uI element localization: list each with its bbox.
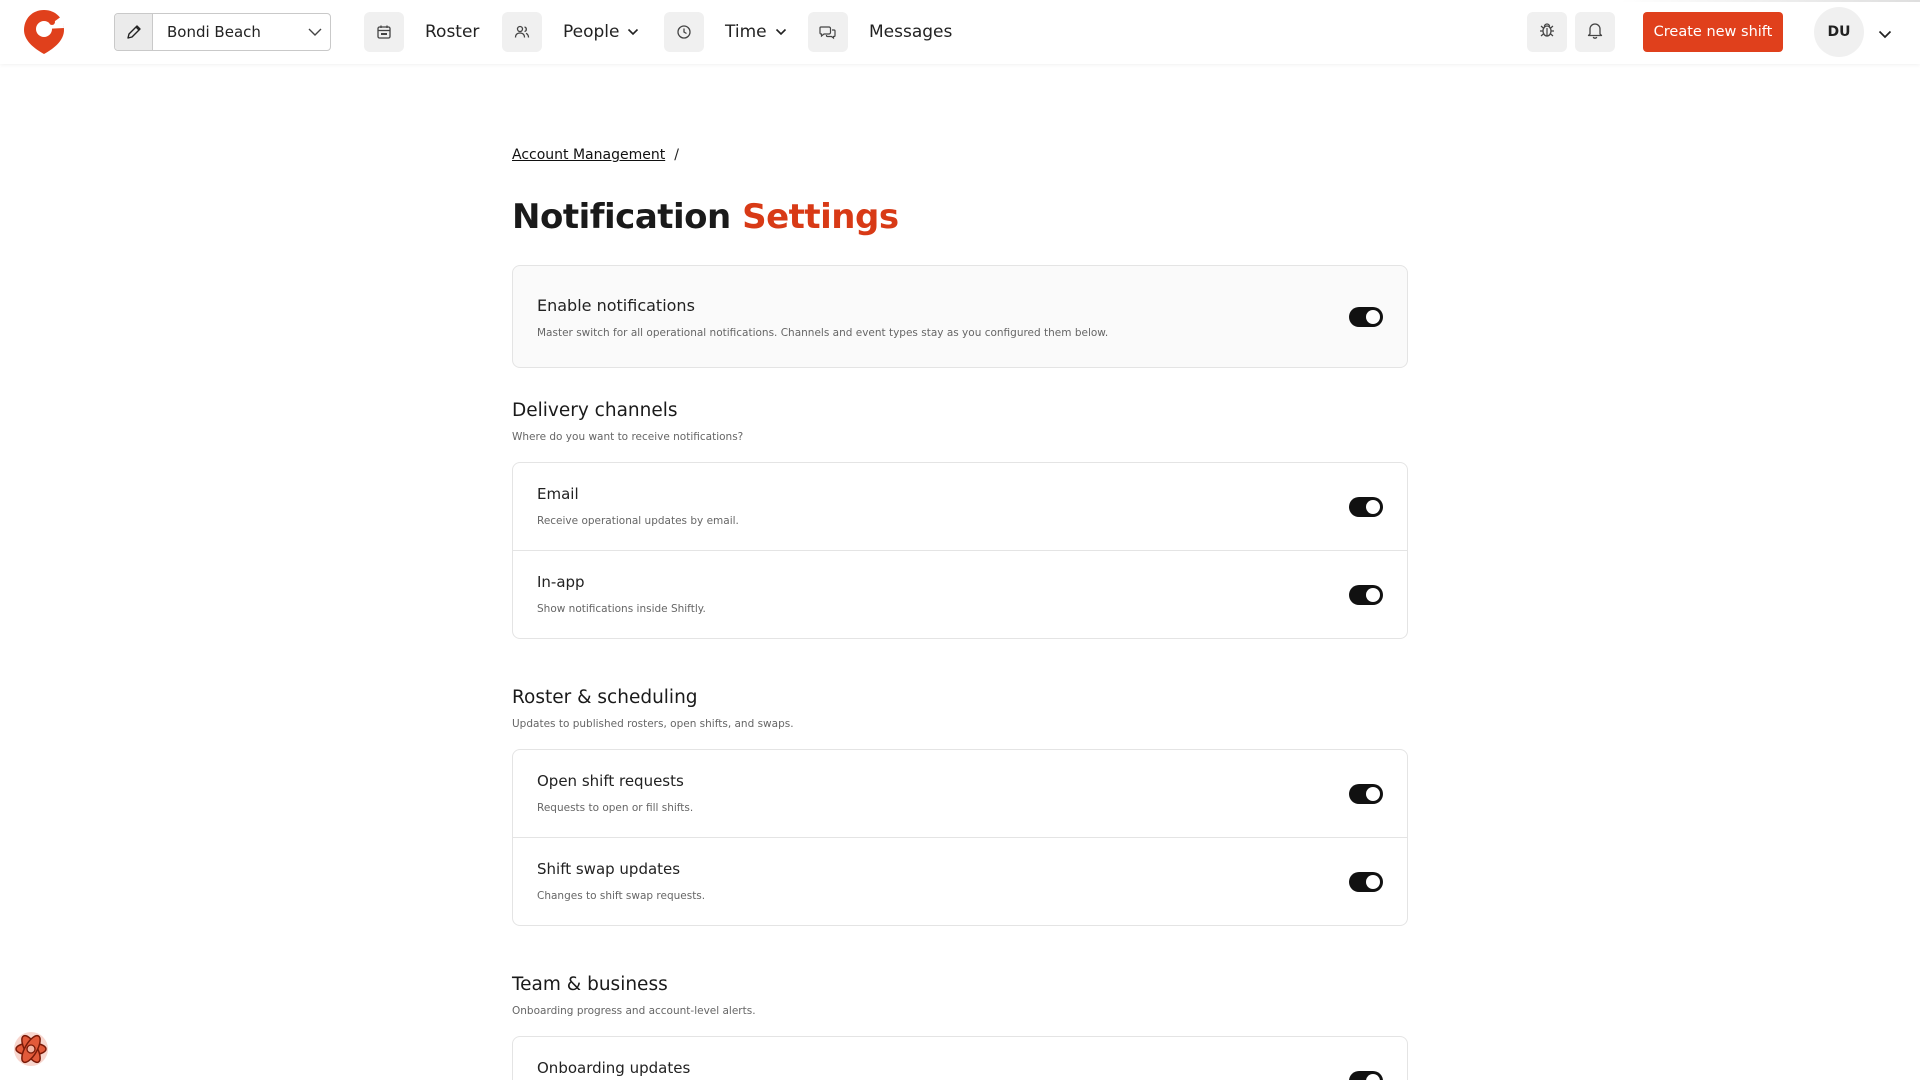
setting-row-onboarding-updates: Onboarding updates [513, 1037, 1407, 1080]
section-heading-delivery-channels: Delivery channels [512, 400, 678, 421]
calendar-icon [364, 12, 404, 52]
page-title-main: Notification [512, 197, 731, 237]
react-devtools-icon[interactable] [10, 1029, 52, 1069]
section-heading-team-business: Team & business [512, 974, 668, 995]
chevron-down-icon [300, 28, 330, 36]
setting-row-open-shift-requests: Open shift requests Requests to open or … [513, 750, 1407, 838]
in-app-toggle[interactable] [1349, 585, 1383, 605]
setting-description: Requests to open or fill shifts. [537, 802, 694, 814]
user-avatar[interactable]: DU [1814, 7, 1864, 57]
bug-report-button[interactable] [1527, 12, 1567, 52]
nav-people[interactable]: People [502, 11, 639, 53]
setting-row-shift-swap-updates: Shift swap updates Changes to shift swap… [513, 838, 1407, 925]
setting-title: Open shift requests [537, 772, 684, 790]
setting-description: Show notifications inside Shiftly. [537, 603, 706, 615]
nav-roster[interactable]: Roster [364, 11, 479, 53]
toggle-knob [1366, 500, 1380, 514]
nav-messages-label: Messages [869, 22, 953, 42]
setting-title: In-app [537, 573, 585, 591]
master-notifications-description: Master switch for all operational notifi… [537, 327, 1109, 339]
notifications-button[interactable] [1575, 12, 1615, 52]
chat-icon [808, 12, 848, 52]
team-business-card: Onboarding updates [512, 1036, 1408, 1080]
top-bar-accent-line [1620, 0, 1920, 2]
toggle-knob [1366, 588, 1380, 602]
setting-title: Email [537, 485, 579, 503]
breadcrumb-account-management-link[interactable]: Account Management [512, 147, 665, 163]
create-new-shift-button[interactable]: Create new shift [1643, 12, 1783, 52]
master-notifications-title: Enable notifications [537, 296, 695, 315]
page-title: Notification Settings [512, 197, 899, 237]
chevron-down-icon [775, 28, 787, 36]
setting-title: Shift swap updates [537, 860, 681, 878]
page-title-accent: Settings [742, 197, 899, 237]
nav-time-label: Time [725, 22, 767, 42]
chevron-down-icon[interactable] [1878, 24, 1892, 43]
master-notifications-row: Enable notifications Master switch for a… [513, 266, 1407, 367]
toggle-knob [1366, 310, 1380, 324]
delivery-channels-card: Email Receive operational updates by ema… [512, 462, 1408, 639]
setting-row-email: Email Receive operational updates by ema… [513, 463, 1407, 551]
setting-title: Onboarding updates [537, 1059, 691, 1077]
open-shift-requests-toggle[interactable] [1349, 784, 1383, 804]
setting-row-in-app: In-app Show notifications inside Shiftly… [513, 551, 1407, 638]
people-icon [502, 12, 542, 52]
breadcrumb: Account Management / [512, 147, 679, 163]
breadcrumb-separator: / [674, 147, 679, 163]
app-logo[interactable] [22, 8, 66, 56]
roster-scheduling-card: Open shift requests Requests to open or … [512, 749, 1408, 926]
shift-swap-updates-toggle[interactable] [1349, 872, 1383, 892]
nav-time[interactable]: Time [664, 11, 787, 53]
master-notifications-card: Enable notifications Master switch for a… [512, 265, 1408, 368]
pencil-icon[interactable] [115, 14, 153, 50]
section-subheading-roster-scheduling: Updates to published rosters, open shift… [512, 718, 794, 730]
onboarding-updates-toggle[interactable] [1349, 1071, 1383, 1080]
bell-icon [1587, 21, 1603, 43]
master-notifications-toggle[interactable] [1349, 307, 1383, 327]
clock-icon [664, 12, 704, 52]
section-subheading-team-business: Onboarding progress and account-level al… [512, 1005, 756, 1017]
section-subheading-delivery-channels: Where do you want to receive notificatio… [512, 431, 744, 443]
email-toggle[interactable] [1349, 497, 1383, 517]
nav-people-label: People [563, 22, 620, 42]
toggle-knob [1366, 787, 1380, 801]
nav-messages[interactable]: Messages [808, 11, 952, 53]
nav-roster-label: Roster [425, 22, 480, 42]
setting-description: Receive operational updates by email. [537, 515, 739, 527]
bug-icon [1538, 21, 1556, 43]
location-selector[interactable]: Bondi Beach [114, 13, 331, 51]
section-heading-roster-scheduling: Roster & scheduling [512, 687, 698, 708]
top-bar: Bondi Beach Roster People Time Messages … [0, 0, 1920, 64]
chevron-down-icon [627, 28, 639, 36]
toggle-knob [1366, 1074, 1380, 1080]
location-name: Bondi Beach [167, 23, 261, 41]
setting-description: Changes to shift swap requests. [537, 890, 706, 902]
toggle-knob [1366, 875, 1380, 889]
